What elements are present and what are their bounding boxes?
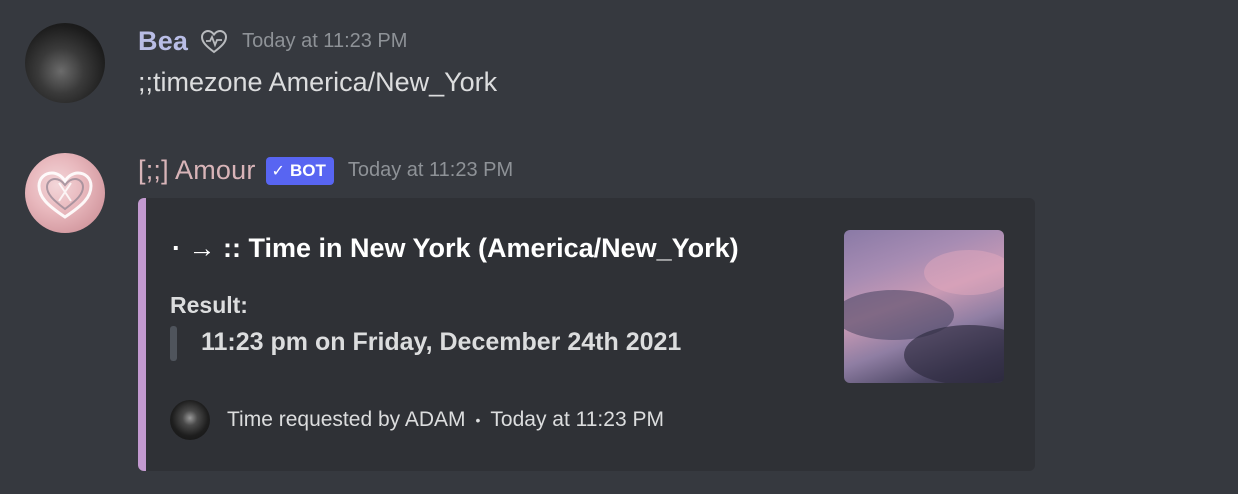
embed-thumbnail[interactable] [844, 230, 1004, 383]
embed-title: · → :: Time in New York (America/New_Yor… [172, 233, 739, 263]
bot-badge-label: BOT [289, 160, 326, 180]
footer-text: Time requested by ADAM [227, 408, 466, 431]
avatar[interactable] [25, 23, 105, 103]
embed-footer: Time requested by ADAM • Today at 11:23 … [170, 400, 664, 440]
embed-field-value: 11:23 pm on Friday, December 24th 2021 [201, 328, 682, 356]
verified-check-icon: ✓ [271, 162, 285, 180]
message-header: [;;] Amour ✓ BOT Today at 11:23 PM [138, 155, 513, 186]
author-name[interactable]: Bea [138, 26, 188, 57]
message-content: ;;timezone America/New_York [138, 67, 498, 97]
embed-field-name: Result: [170, 292, 248, 318]
footer-separator: • [475, 412, 481, 428]
bot-badge: ✓ BOT [265, 156, 334, 185]
heart-outline-icon[interactable] [200, 29, 228, 55]
message-header: Bea Today at 11:23 PM [138, 26, 407, 57]
heart-logo-icon [37, 171, 93, 219]
timestamp: Today at 11:23 PM [347, 159, 514, 181]
author-name[interactable]: [;;] Amour [138, 155, 256, 186]
embed: · → :: Time in New York (America/New_Yor… [138, 198, 1035, 471]
quote-bar [170, 326, 177, 361]
timestamp: Today at 11:23 PM [242, 30, 408, 52]
footer-timestamp: Today at 11:23 PM [490, 408, 664, 431]
footer-avatar [170, 400, 210, 440]
embed-accent-bar [138, 198, 146, 471]
avatar[interactable] [25, 153, 105, 233]
